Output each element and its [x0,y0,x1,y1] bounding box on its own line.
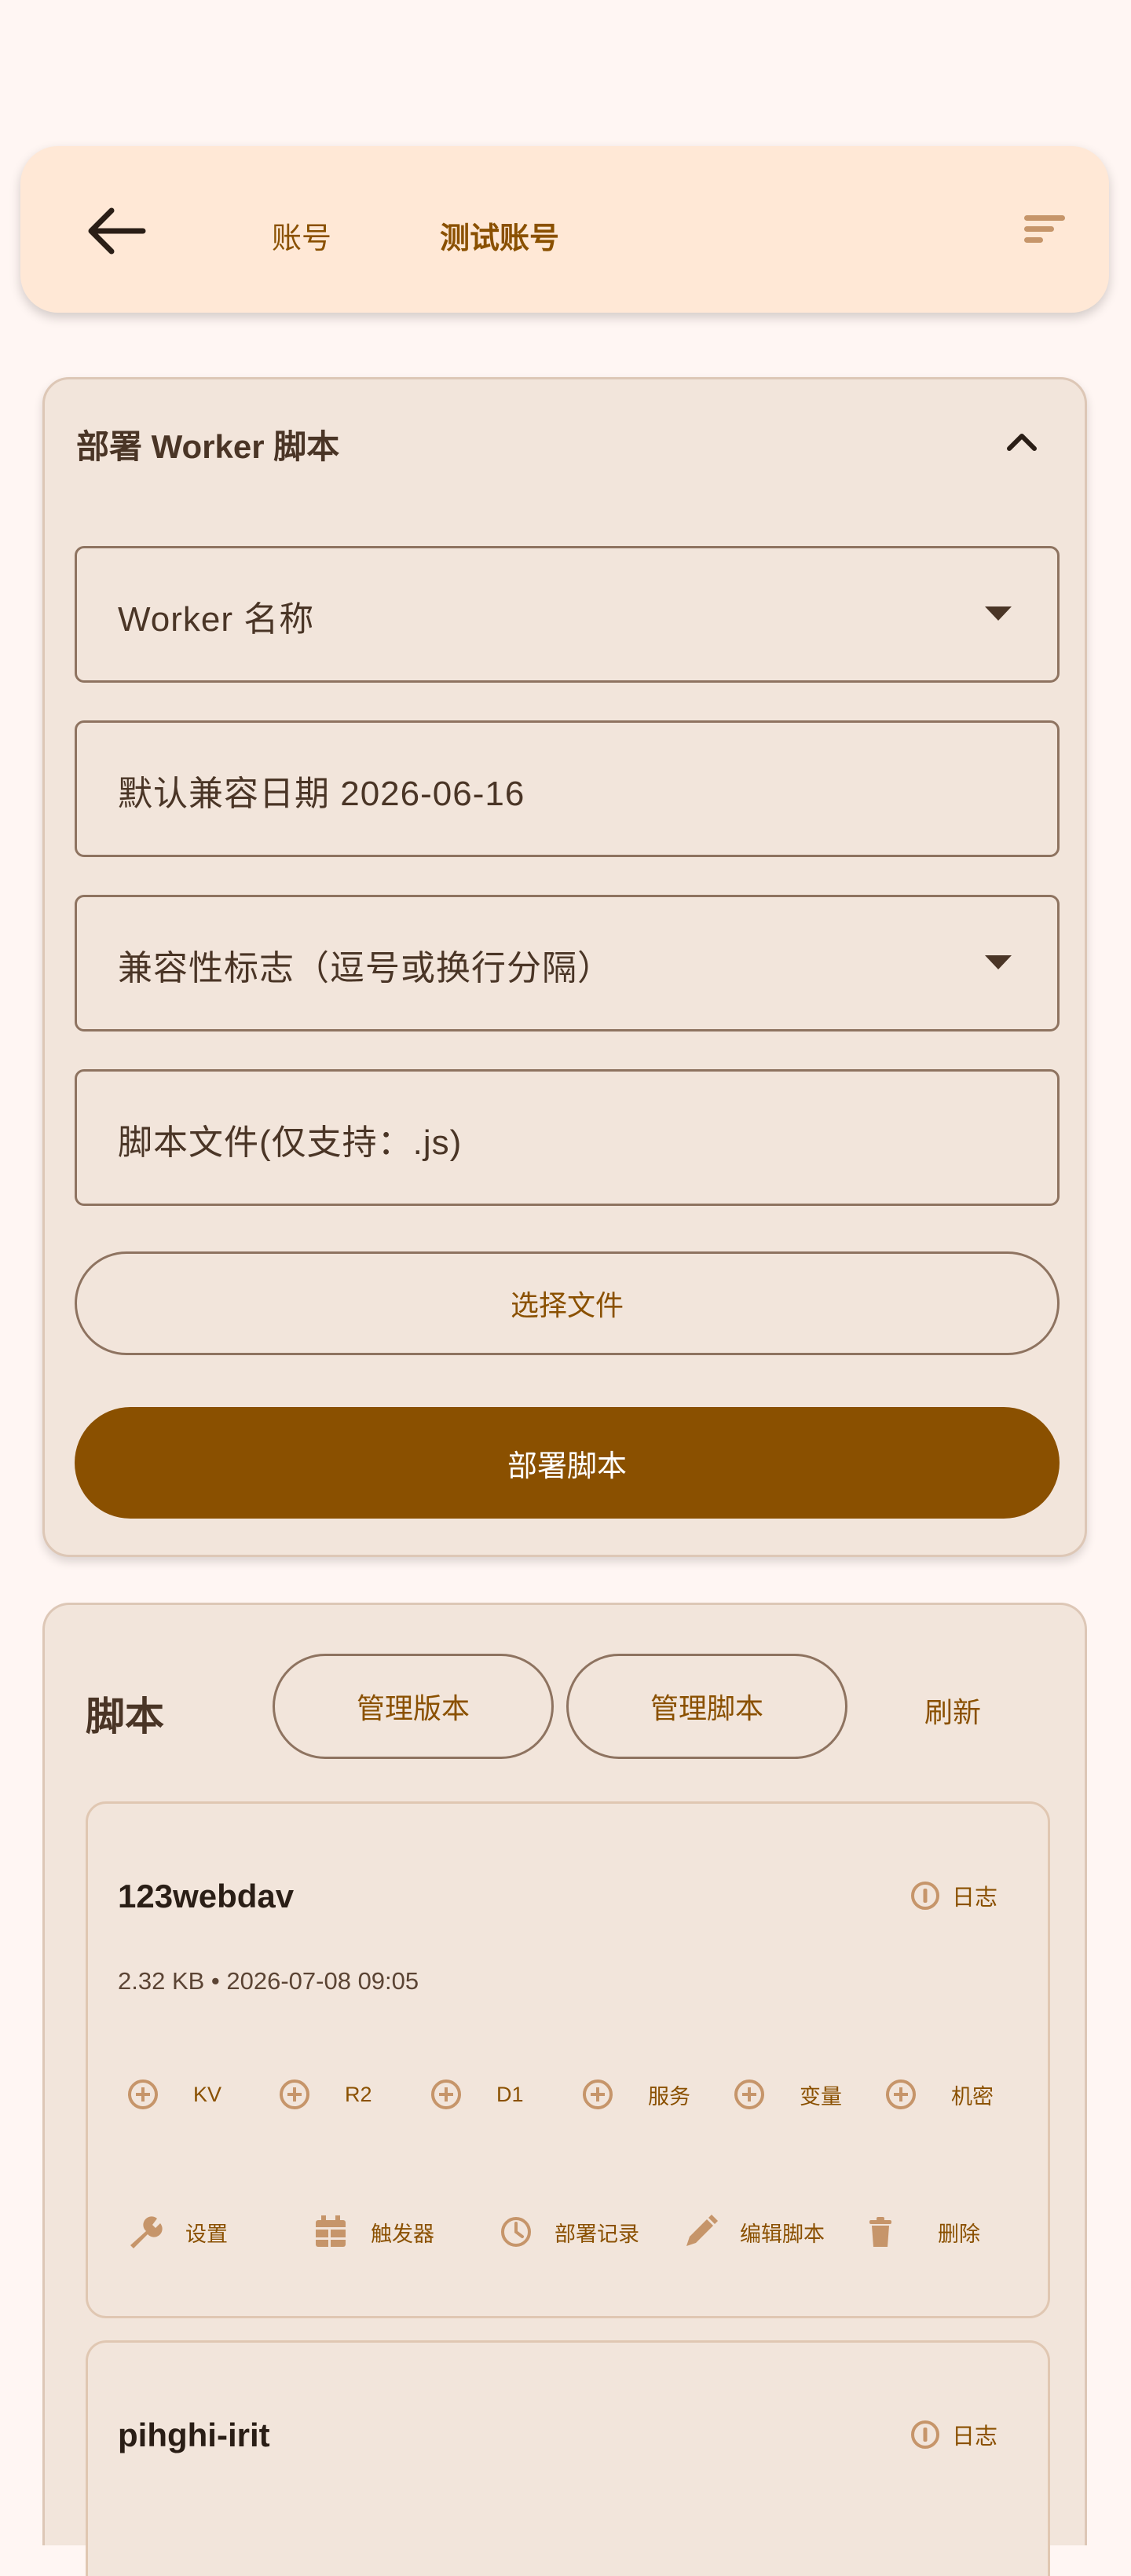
trash-icon [869,2217,891,2247]
compat-date-placeholder: 默认兼容日期 2026-06-16 [118,775,525,813]
script-name: 123webdav [118,1878,295,1915]
manage-versions-button[interactable]: 管理版本 [273,1654,554,1759]
deploy-script-button[interactable]: 部署脚本 [75,1407,1060,1519]
back-button[interactable] [77,200,152,262]
top-app-bar: 账号 测试账号 [20,146,1109,313]
action-label: 触发器 [371,2222,434,2246]
edit-script-button[interactable]: 编辑脚本 [682,2204,825,2259]
deploy-history-button[interactable]: 部署记录 [498,2204,639,2259]
action-label: 部署记录 [555,2222,639,2246]
deploy-worker-card: 部署 Worker 脚本 Worker 名称 默认兼容日期 2026-06-16… [42,377,1087,1557]
log-label: 日志 [951,2424,997,2450]
info-circle-icon [910,1882,939,1910]
log-button[interactable]: 日志 [910,2418,997,2451]
binding-label: KV [193,2082,222,2106]
compat-flags-select[interactable]: 兼容性标志（逗号或换行分隔） [75,895,1060,1031]
action-row: 设置 触发器 部署记录 编辑脚本 删除 [126,2204,1013,2259]
log-button[interactable]: 日志 [910,1879,997,1912]
add-service-binding[interactable]: 服务 [580,2071,690,2118]
arrow-left-icon [88,207,146,255]
calendar-icon [316,2215,346,2247]
refresh-button[interactable]: 刷新 [924,1690,981,1731]
plus-circle-icon [734,2079,764,2109]
action-label: 设置 [185,2222,228,2246]
add-kv-binding[interactable]: KV [126,2071,221,2118]
action-label: 编辑脚本 [740,2222,825,2246]
script-file-input[interactable]: 脚本文件(仅支持：.js) [75,1069,1060,1206]
delete-button[interactable]: 删除 [862,2204,980,2259]
add-secret-binding[interactable]: 机密 [884,2071,994,2118]
sort-icon [1024,215,1065,243]
collapse-button[interactable] [1000,420,1044,464]
deploy-card-title: 部署 Worker 脚本 [76,428,340,465]
wrench-icon [130,2216,163,2248]
binding-label: 机密 [951,2084,994,2109]
plus-circle-icon [128,2079,158,2109]
plus-circle-icon [431,2079,461,2109]
add-r2-binding[interactable]: R2 [277,2071,372,2118]
binding-row: KV R2 D1 服务 变量 机密 [126,2071,1013,2118]
caret-down-icon [985,606,1012,621]
binding-label: 服务 [648,2084,690,2109]
script-name: pihghi-irit [118,2417,270,2453]
sort-button[interactable] [1021,212,1068,247]
manage-scripts-button[interactable]: 管理脚本 [566,1654,847,1759]
chevron-up-icon [1007,434,1037,451]
binding-label: 变量 [800,2084,842,2109]
plus-circle-icon [583,2079,613,2109]
worker-name-select[interactable]: Worker 名称 [75,546,1060,683]
settings-button[interactable]: 设置 [126,2204,228,2259]
scripts-card: 脚本 管理版本 管理脚本 刷新 123webdav 日志 2.32 KB • 2… [42,1603,1087,2576]
script-item: pihghi-irit 日志 [86,2340,1050,2576]
plus-circle-icon [886,2079,916,2109]
scripts-title: 脚本 [86,1695,164,1739]
script-item: 123webdav 日志 2.32 KB • 2026-07-08 09:05 … [86,1801,1050,2318]
log-label: 日志 [951,1885,997,1911]
triggers-button[interactable]: 触发器 [311,2204,434,2259]
add-variable-binding[interactable]: 变量 [732,2071,842,2118]
plus-circle-icon [280,2079,309,2109]
compat-flags-placeholder: 兼容性标志（逗号或换行分隔） [118,949,613,988]
breadcrumb-current-account: 测试账号 [440,222,560,255]
breadcrumb-account[interactable]: 账号 [272,214,331,257]
binding-label: R2 [345,2082,372,2106]
script-file-placeholder: 脚本文件(仅支持：.js) [118,1123,463,1162]
compat-date-input[interactable]: 默认兼容日期 2026-06-16 [75,720,1060,857]
worker-name-placeholder: Worker 名称 [118,600,315,639]
action-label: 删除 [938,2222,980,2246]
choose-file-button[interactable]: 选择文件 [75,1251,1060,1355]
script-meta: 2.32 KB • 2026-07-08 09:05 [118,1967,419,1995]
info-circle-icon [910,2420,939,2449]
add-d1-binding[interactable]: D1 [429,2071,524,2118]
pencil-icon [686,2215,718,2246]
binding-label: D1 [496,2082,524,2106]
caret-down-icon [985,955,1012,969]
clock-icon [501,2217,531,2247]
